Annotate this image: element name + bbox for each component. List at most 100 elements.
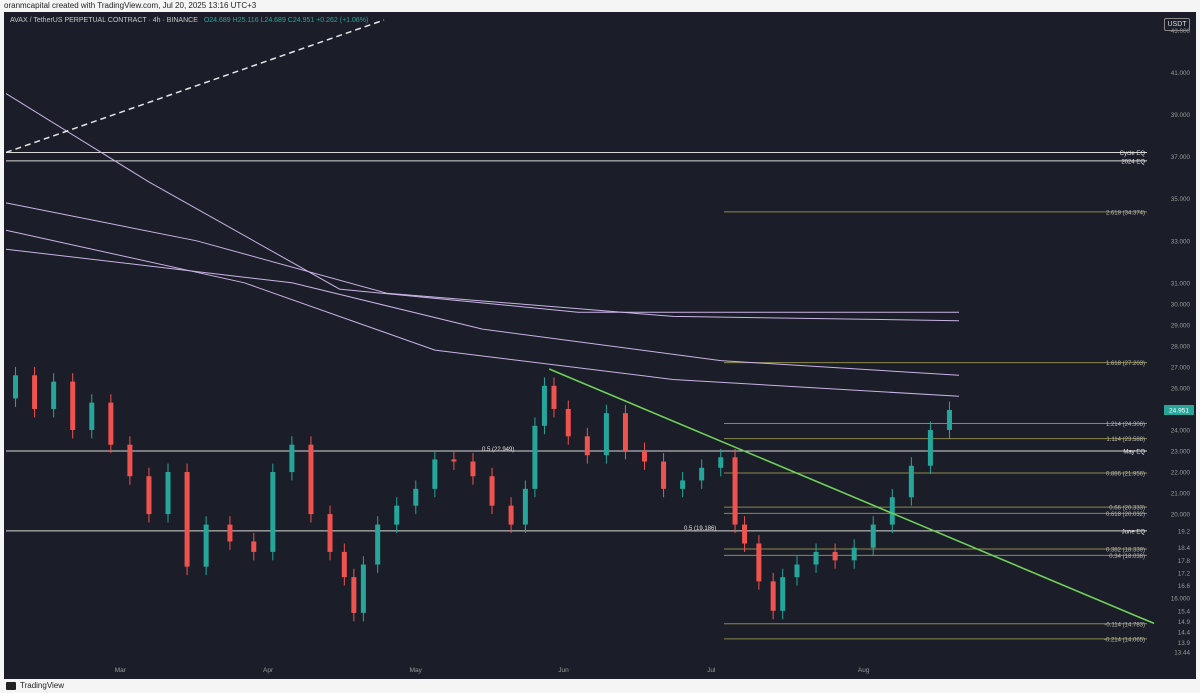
candle-body: [851, 547, 857, 561]
fib-level-label: 0.66 (20.333): [1109, 506, 1145, 512]
price-tick-label: 23.000: [1171, 449, 1191, 456]
candle-body: [227, 524, 233, 542]
fib-level-label: 1.618 (27.203): [1106, 361, 1145, 367]
candle-body: [432, 459, 438, 489]
eq-label: May EQ: [1123, 450, 1145, 456]
inline-level-label: 0.5 (22.949): [482, 447, 514, 453]
price-tick-label: 18.4: [1178, 545, 1191, 552]
candle-body: [742, 524, 748, 544]
candle-body: [270, 472, 276, 552]
price-tick-label: 27.000: [1171, 364, 1191, 371]
candle-body: [108, 402, 114, 445]
chart-frame: oranmcapital created with TradingView.co…: [0, 0, 1200, 693]
candle-body: [699, 467, 705, 481]
candle-body: [32, 375, 38, 409]
price-tick-label: 22.000: [1171, 470, 1191, 477]
fib-level-label: 0.34 (18.038): [1109, 554, 1145, 560]
inline-level-label: 0.5 (19.186): [684, 526, 716, 532]
candle-body: [642, 451, 648, 462]
price-tick-label: 31.000: [1171, 280, 1191, 287]
eq-label: June EQ: [1122, 529, 1146, 535]
candle-body: [927, 429, 933, 466]
time-tick-label: Apr: [263, 667, 274, 674]
price-tick-label: 24.000: [1171, 427, 1191, 434]
price-chart[interactable]: 2.618 (34.374) 1.618 (27.203) 1.214 (24.30…: [4, 12, 1196, 679]
fib-level-label: -0.214 (14.065): [1104, 637, 1145, 643]
price-tick-label: 29.000: [1171, 322, 1191, 329]
candle-body: [451, 459, 457, 462]
price-tick-label: 33.000: [1171, 238, 1191, 245]
price-tick-label: 17.2: [1178, 570, 1191, 577]
candle-body: [375, 524, 381, 565]
symbol-name: AVAX / TetherUS PERPETUAL CONTRACT · 4h …: [10, 17, 198, 24]
price-tick-label: 28.000: [1171, 343, 1191, 350]
candle-body: [470, 461, 476, 477]
candle-body: [203, 524, 209, 567]
candle-body: [522, 488, 528, 525]
price-tick-label: 13.44: [1174, 650, 1190, 657]
price-tick-label: 41.000: [1171, 70, 1191, 77]
descending-trendline: [548, 368, 1155, 625]
price-tick-label: 14.4: [1178, 629, 1191, 636]
candle-body: [146, 476, 152, 515]
candle-body: [489, 476, 495, 506]
candle-body: [551, 385, 557, 409]
candle-body: [360, 564, 366, 613]
time-tick-label: Aug: [858, 667, 870, 674]
attribution-bar: oranmcapital created with TradingView.co…: [0, 0, 1200, 12]
price-tick-label: 37.000: [1171, 154, 1191, 161]
fib-level-label: 2.618 (34.374): [1106, 210, 1145, 216]
price-tick-label: 15.4: [1178, 608, 1191, 615]
eq-label: Cycle EQ: [1120, 151, 1146, 157]
candle-body: [832, 551, 838, 561]
candle-body: [51, 381, 57, 409]
time-tick-label: Jun: [558, 667, 569, 674]
price-tick-label: 19.2: [1178, 528, 1191, 535]
fib-level-label: 1.114 (23.588): [1106, 437, 1145, 443]
price-tick-label: 21.000: [1171, 491, 1191, 498]
candle-body: [718, 457, 724, 468]
candle-body: [622, 413, 628, 452]
eq-label: 2024 EQ: [1121, 159, 1145, 165]
candle-body: [680, 480, 686, 489]
candle-body: [184, 472, 190, 567]
attribution-text: oranmcapital created with TradingView.co…: [4, 1, 257, 10]
candle-body: [813, 551, 819, 565]
fib-level-label: 0.886 (21.956): [1106, 471, 1145, 477]
fib-level-label: -0.114 (14.783): [1104, 622, 1145, 628]
candle-body: [289, 444, 295, 473]
price-tick-label: 30.000: [1171, 301, 1191, 308]
ohlc-values: O24.689 H25.116 L24.689 C24.951 +0.262 (…: [203, 17, 369, 24]
candle-body: [780, 577, 786, 611]
currency-button[interactable]: USDT: [1164, 18, 1190, 31]
candle-body: [341, 551, 347, 578]
candle-body: [794, 564, 800, 578]
price-tick-label: 16.000: [1171, 596, 1191, 603]
candle-body: [770, 581, 776, 611]
candle-body: [127, 444, 133, 477]
candle-body: [413, 488, 419, 506]
symbol-header: AVAX / TetherUS PERPETUAL CONTRACT · 4h …: [10, 17, 368, 24]
price-tick-label: 17.8: [1178, 558, 1191, 565]
chart-canvas[interactable]: 2.618 (34.374) 1.618 (27.203) 1.214 (24.30…: [4, 12, 1196, 679]
price-tick-label: 26.000: [1171, 385, 1191, 392]
footer-brand: TradingView: [20, 681, 65, 690]
candle-body: [732, 457, 738, 525]
candle-body: [756, 543, 762, 582]
time-tick-label: May: [410, 667, 423, 674]
candle-body: [946, 410, 952, 430]
dashed-trendline: [5, 19, 385, 154]
moving-average-line: [5, 93, 959, 313]
price-tick-label: 39.000: [1171, 112, 1191, 119]
candle-body: [565, 408, 571, 437]
candle-body: [13, 375, 19, 399]
candle-body: [603, 413, 609, 456]
candle-body: [351, 577, 357, 613]
current-price-label: 24.951: [1169, 407, 1189, 414]
time-tick-label: Mar: [115, 667, 127, 674]
time-tick-label: Jul: [707, 667, 716, 674]
candle-body: [541, 385, 547, 426]
price-tick-label: 16.6: [1178, 583, 1191, 590]
candle-body: [532, 425, 538, 489]
fib-level-label: 0.618 (20.032): [1106, 512, 1145, 518]
